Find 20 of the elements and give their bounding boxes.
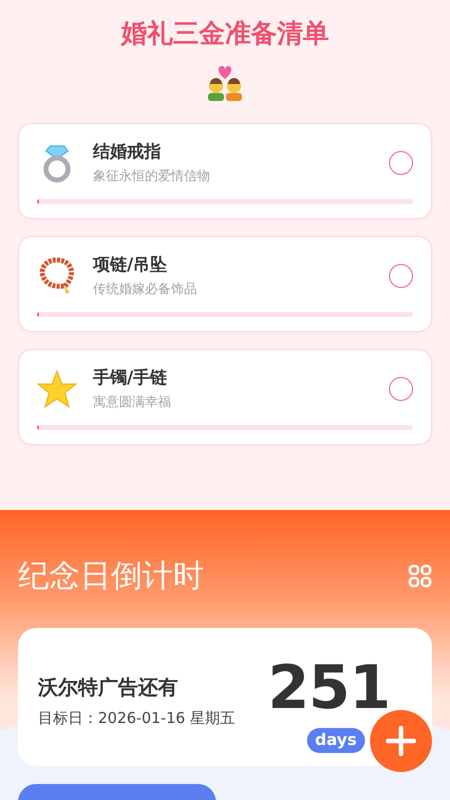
target-date: 目标日：2026-01-16 星期五 <box>38 709 236 728</box>
days-label: days <box>307 728 365 753</box>
countdown-card[interactable]: 沃尔特广告还有 目标日：2026-01-16 星期五 251 days <box>18 628 432 766</box>
item-description: 象征永恒的爱情信物 <box>93 168 211 185</box>
item-description: 寓意圆满幸福 <box>93 394 172 411</box>
checkbox[interactable] <box>389 150 413 174</box>
item-title: 项链/吊坠 <box>93 254 168 276</box>
page-title: 婚礼三金准备清单 <box>119 18 330 51</box>
item-description: 传统婚嫁必备饰品 <box>93 281 198 298</box>
days-count: 251 <box>268 653 390 723</box>
section-title: 纪念日倒计时 <box>18 557 204 596</box>
event-name: 沃尔特广告还有 <box>38 674 179 701</box>
checkbox[interactable] <box>389 264 413 288</box>
grid-icon[interactable] <box>408 564 432 588</box>
checkbox[interactable] <box>389 376 413 400</box>
star-icon <box>37 368 77 408</box>
plus-icon <box>386 726 416 756</box>
item-title: 结婚戒指 <box>93 141 162 163</box>
item-title: 手镯/手链 <box>93 367 168 389</box>
beads-icon <box>37 256 77 296</box>
